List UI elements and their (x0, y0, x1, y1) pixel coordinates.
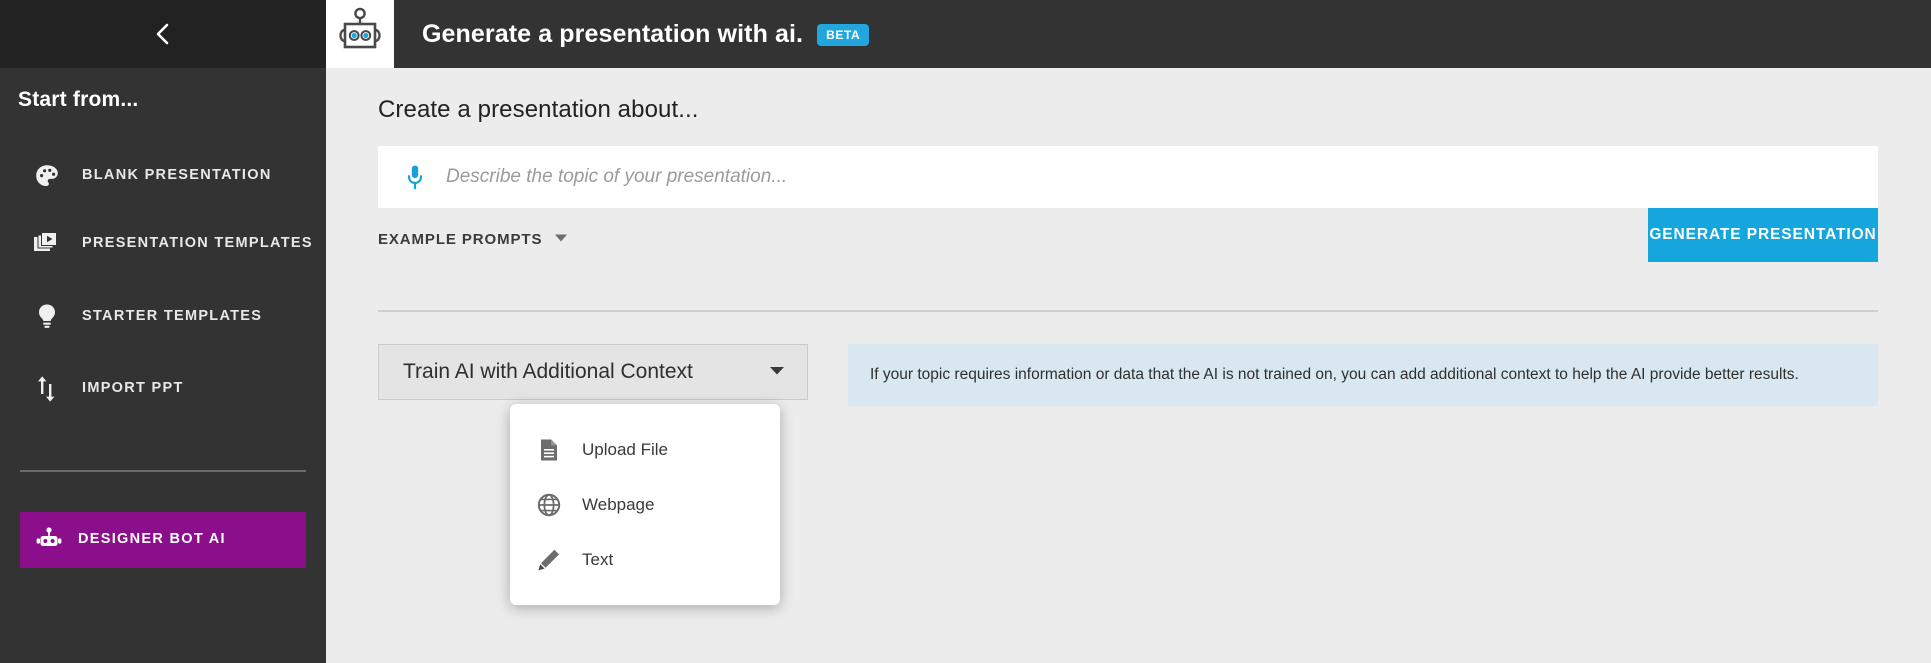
menu-item-label: Upload File (582, 439, 668, 459)
microphone-icon[interactable] (404, 163, 426, 191)
chevron-down-icon (554, 230, 568, 248)
app-header: Generate a presentation with ai. BETA (326, 0, 1931, 68)
page-title: Generate a presentation with ai. (422, 19, 804, 48)
robot-icon (32, 523, 66, 557)
context-menu: Upload File Webpage Text (510, 404, 780, 605)
menu-item-label: Text (582, 549, 614, 569)
palette-icon (30, 159, 64, 193)
sidebar-topbar (0, 0, 326, 68)
generate-presentation-button[interactable]: GENERATE PRESENTATION (1648, 208, 1878, 262)
chevron-left-icon (153, 20, 173, 48)
sidebar-item-label: PRESENTATION TEMPLATES (82, 235, 313, 252)
sidebar-item-starter-templates[interactable]: STARTER TEMPLATES (0, 298, 326, 336)
sidebar-heading: Start from... (18, 88, 139, 111)
train-ai-context-label: Train AI with Additional Context (403, 360, 693, 383)
content-divider (378, 310, 1878, 312)
chevron-down-icon (769, 363, 785, 381)
menu-item-text[interactable]: Text (510, 532, 780, 587)
menu-item-upload-file[interactable]: Upload File (510, 422, 780, 477)
create-presentation-heading: Create a presentation about... (378, 96, 699, 123)
app-root: Start from... BLANK PRESENTATION PRESENT… (0, 0, 1931, 663)
beta-badge: BETA (817, 24, 870, 46)
slides-icon (30, 227, 64, 261)
context-info-panel: If your topic requires information or da… (848, 344, 1878, 406)
sidebar-item-blank-presentation[interactable]: BLANK PRESENTATION (0, 157, 326, 195)
robot-logo-icon (326, 0, 394, 68)
train-ai-context-dropdown[interactable]: Train AI with Additional Context (378, 344, 808, 400)
topic-input[interactable] (446, 146, 1878, 208)
context-info-text: If your topic requires information or da… (870, 365, 1799, 383)
main-content: Create a presentation about... EXAMPLE P… (326, 68, 1931, 663)
menu-item-webpage[interactable]: Webpage (510, 477, 780, 532)
document-icon (536, 437, 562, 463)
example-prompts-label: EXAMPLE PROMPTS (378, 230, 543, 248)
sidebar: Start from... BLANK PRESENTATION PRESENT… (0, 0, 326, 663)
topic-input-container[interactable] (378, 146, 1878, 208)
sidebar-item-import-ppt[interactable]: IMPORT PPT (0, 370, 326, 408)
pencil-icon (536, 547, 562, 573)
globe-icon (536, 492, 562, 518)
sidebar-item-presentation-templates[interactable]: PRESENTATION TEMPLATES (0, 218, 326, 270)
menu-item-label: Webpage (582, 494, 655, 514)
lightbulb-icon (30, 300, 64, 334)
collapse-sidebar-button[interactable] (143, 14, 183, 54)
sidebar-item-label: IMPORT PPT (82, 380, 184, 397)
sidebar-item-label: BLANK PRESENTATION (82, 167, 272, 184)
import-arrows-icon (30, 372, 64, 406)
sidebar-item-label: STARTER TEMPLATES (82, 308, 263, 325)
example-prompts-toggle[interactable]: EXAMPLE PROMPTS (378, 230, 568, 248)
designer-bot-ai-label: DESIGNER BOT AI (78, 531, 226, 548)
designer-bot-ai-button[interactable]: DESIGNER BOT AI (20, 512, 306, 568)
sidebar-divider (20, 470, 306, 472)
